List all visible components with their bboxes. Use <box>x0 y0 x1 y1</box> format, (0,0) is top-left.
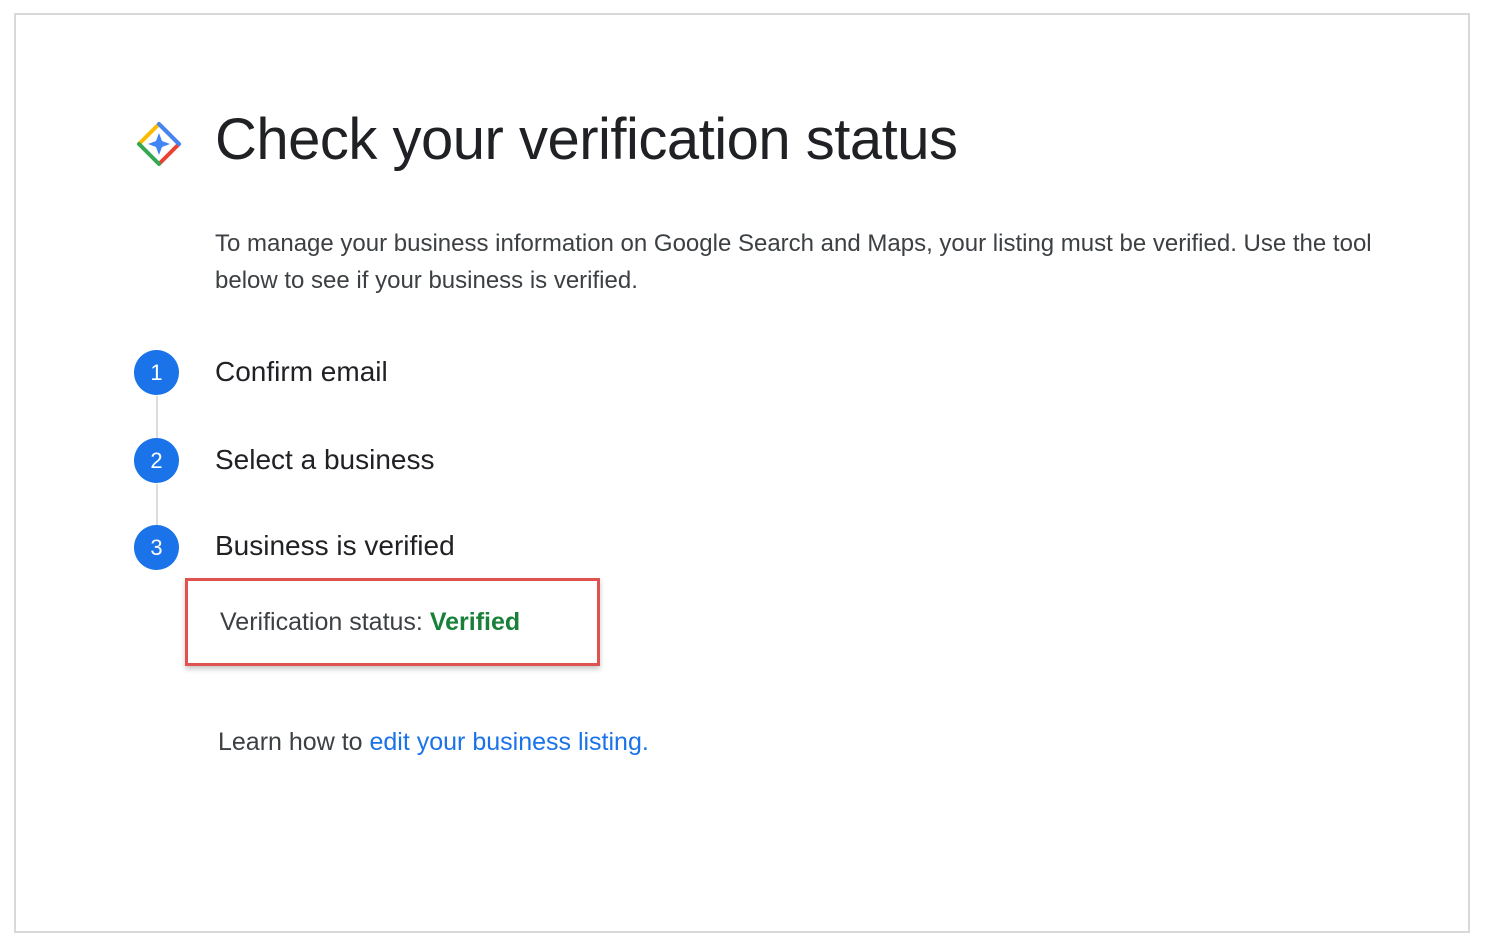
learn-more-prefix: Learn how to <box>218 728 363 756</box>
edit-listing-link[interactable]: edit your business listing <box>370 728 642 756</box>
learn-more-suffix: . <box>641 728 649 756</box>
step-3-label: Business is verified <box>215 530 455 561</box>
verification-status-label: Verification status: <box>220 608 423 636</box>
step-2-number: 2 <box>134 438 179 483</box>
google-business-diamond-icon <box>137 122 181 166</box>
step-connector <box>156 484 158 526</box>
step-1-number: 1 <box>134 350 179 395</box>
verification-status-line: Verification status: Verified <box>220 605 520 639</box>
step-2-label: Select a business <box>215 444 435 475</box>
step-3-number: 3 <box>134 525 179 570</box>
verification-status-card: Verification status: Verified <box>185 578 600 666</box>
step-connector <box>156 396 158 438</box>
page-title: Check your verification status <box>215 107 958 172</box>
verification-status-value: Verified <box>429 608 521 636</box>
step-1-label: Confirm email <box>215 356 388 387</box>
learn-more-line: Learn how to edit your business listing. <box>218 724 649 760</box>
intro-text: To manage your business information on G… <box>215 230 1372 294</box>
